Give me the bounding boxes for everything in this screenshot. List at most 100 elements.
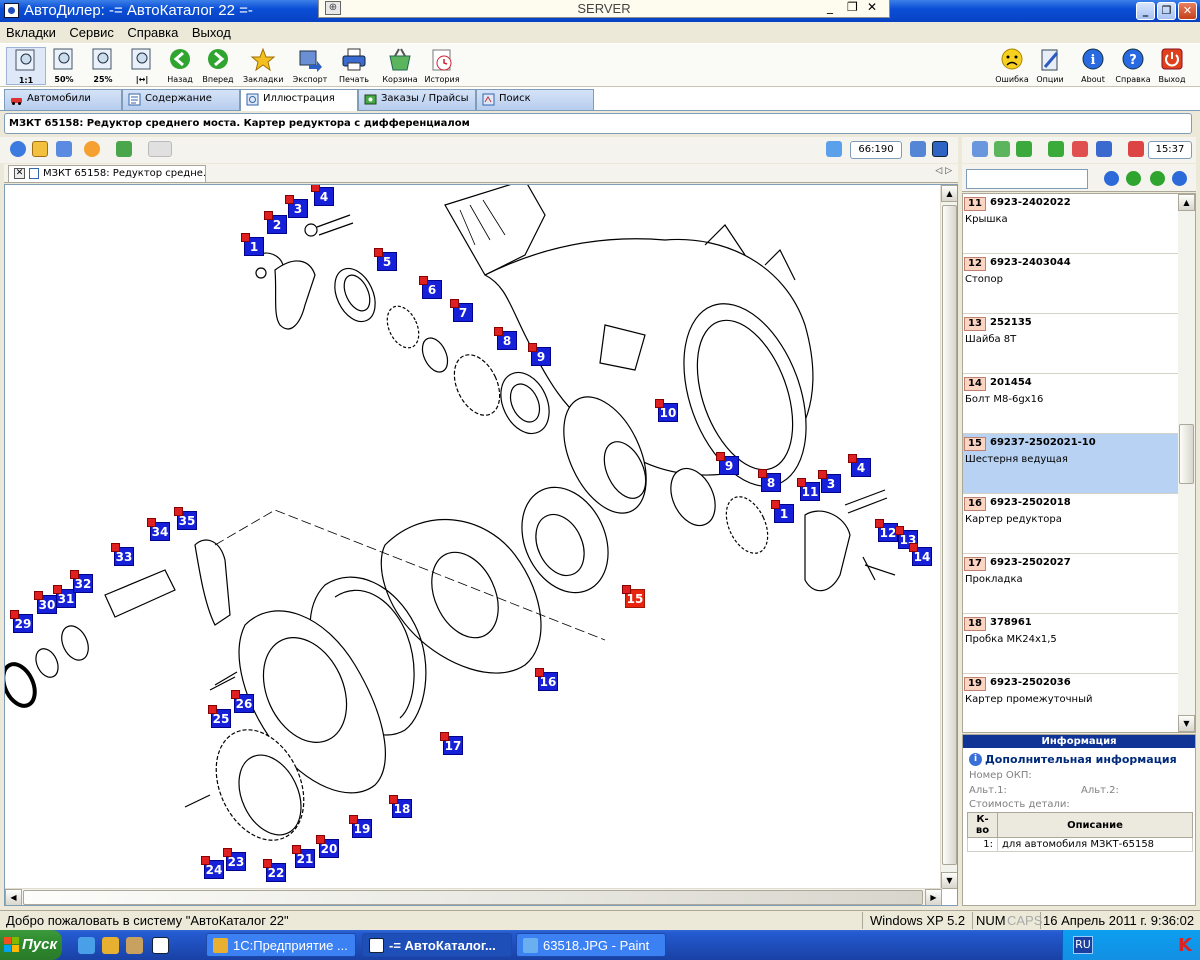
last-record-icon[interactable] — [1172, 171, 1187, 186]
task-paint[interactable]: 63518.JPG - Paint — [516, 933, 666, 957]
start-button[interactable]: Пуск — [0, 930, 62, 960]
copy-icon[interactable] — [972, 141, 988, 157]
list-item[interactable]: 19 6923-2502036 Картер промежуточный — [963, 674, 1179, 732]
quicklaunch-1c-icon[interactable] — [102, 937, 119, 954]
close-button[interactable]: ✕ — [1178, 2, 1197, 20]
zoom-1-1-button[interactable]: 1:1 — [6, 47, 46, 85]
part-callout[interactable]: 4 — [848, 454, 871, 477]
part-callout[interactable]: 21 — [292, 845, 315, 868]
quicklaunch-app-icon[interactable] — [126, 937, 143, 954]
part-callout[interactable]: 3 — [285, 195, 308, 218]
list-item[interactable]: 16 6923-2502018 Картер редуктора — [963, 494, 1179, 554]
part-callout[interactable]: 6 — [419, 276, 442, 299]
remote-minimize-button[interactable]: _ — [827, 0, 833, 14]
part-callout[interactable]: 4 — [311, 185, 334, 206]
edit-icon[interactable] — [1096, 141, 1112, 157]
scroll-thumb[interactable] — [1179, 424, 1194, 484]
task-autocatalog[interactable]: -= АвтоКаталог... — [362, 933, 512, 957]
back-button[interactable]: Назад — [160, 47, 200, 85]
part-callout[interactable]: 24 — [201, 856, 224, 879]
part-callout[interactable]: 8 — [494, 327, 517, 350]
language-indicator[interactable]: RU — [1073, 936, 1093, 954]
scroll-thumb-h[interactable] — [23, 890, 923, 905]
tab-contents[interactable]: Содержание — [122, 89, 240, 110]
parts-search-input[interactable] — [966, 169, 1088, 189]
vertical-scrollbar[interactable]: ▲ ▼ — [940, 185, 957, 889]
scroll-up-button[interactable]: ▲ — [1178, 194, 1195, 211]
export-button[interactable]: Экспорт — [290, 47, 330, 85]
table-row[interactable]: 1: для автомобиля МЗКТ-65158 — [967, 837, 1193, 852]
options-button[interactable]: Опции — [1030, 47, 1070, 85]
photo-icon[interactable] — [116, 141, 132, 157]
doc-tab-item[interactable]: ✕ МЗКТ 65158: Редуктор средне... — [8, 165, 206, 182]
error-report-button[interactable]: Ошибка — [992, 47, 1032, 85]
part-callout[interactable]: 7 — [450, 299, 473, 322]
part-callout[interactable]: 23 — [223, 848, 246, 871]
part-callout[interactable]: 18 — [389, 795, 412, 818]
quicklaunch-desktop-icon[interactable] — [78, 937, 95, 954]
exit-button[interactable]: Выход — [1152, 47, 1192, 85]
3d-view-icon[interactable] — [148, 141, 172, 157]
remote-close-button[interactable]: ✕ — [867, 0, 877, 14]
up-arrow-icon[interactable] — [1048, 141, 1064, 157]
list-view-icon[interactable] — [910, 141, 926, 157]
bookmarks-button[interactable]: Закладки — [243, 47, 283, 85]
scroll-thumb[interactable] — [942, 205, 957, 865]
minimize-button[interactable]: _ — [1136, 2, 1155, 20]
part-callout[interactable]: 15 — [622, 585, 645, 608]
scroll-right-button[interactable]: ▶ — [925, 889, 942, 905]
next-record-icon[interactable] — [1150, 171, 1165, 186]
part-callout[interactable]: 16 — [535, 668, 558, 691]
menu-service[interactable]: Сервис — [63, 22, 118, 40]
cart-button[interactable]: Корзина — [380, 47, 420, 85]
zoom-fit-width-button[interactable]: |↔| — [122, 47, 162, 85]
split-view-icon[interactable] — [932, 141, 948, 157]
part-callout[interactable]: 14 — [909, 543, 932, 566]
scroll-down-button[interactable]: ▼ — [941, 872, 957, 889]
part-callout[interactable]: 25 — [208, 705, 231, 728]
zoom-50-button[interactable]: 50% — [44, 47, 84, 85]
menu-exit[interactable]: Выход — [186, 22, 235, 40]
close-icon[interactable]: ✕ — [14, 168, 25, 179]
star-icon[interactable] — [84, 141, 100, 157]
part-callout[interactable]: 22 — [263, 859, 286, 882]
list-item[interactable]: 17 6923-2502027 Прокладка — [963, 554, 1179, 614]
menu-tabs[interactable]: Вкладки — [0, 22, 60, 40]
list-item[interactable]: 18 378961 Пробка МК24х1,5 — [963, 614, 1179, 674]
list-item[interactable]: 11 6923-2402022 Крышка — [963, 194, 1179, 254]
rotate-icon[interactable] — [56, 141, 72, 157]
forward-button[interactable]: Вперед — [198, 47, 238, 85]
part-callout[interactable]: 19 — [349, 815, 372, 838]
print-button[interactable]: Печать — [334, 47, 374, 85]
tray-app-icon[interactable]: K — [1175, 935, 1195, 956]
font-icon[interactable] — [1016, 141, 1032, 157]
scroll-left-button[interactable]: ◀ — [5, 889, 22, 905]
part-callout[interactable]: 3 — [818, 470, 841, 493]
part-callout[interactable]: 5 — [374, 248, 397, 271]
part-callout[interactable]: 1 — [771, 500, 794, 523]
part-callout[interactable]: 29 — [10, 610, 33, 633]
help-button[interactable]: ? Справка — [1113, 47, 1153, 85]
part-callout[interactable]: 17 — [440, 732, 463, 755]
part-callout[interactable]: 34 — [147, 518, 170, 541]
scroll-down-button[interactable]: ▼ — [1178, 715, 1195, 732]
delete-icon[interactable] — [1072, 141, 1088, 157]
list-item[interactable]: 13 252135 Шайба 8Т — [963, 314, 1179, 374]
parts-scrollbar[interactable]: ▲ ▼ — [1178, 194, 1195, 732]
quicklaunch-catalog-icon[interactable] — [152, 937, 169, 954]
part-callout[interactable]: 8 — [758, 469, 781, 492]
part-callout[interactable]: 30 — [34, 591, 57, 614]
list-item[interactable]: 15 69237-2502021-10 Шестерня ведущая — [963, 434, 1179, 494]
horizontal-scrollbar[interactable]: ◀ ▶ — [5, 888, 942, 905]
part-callout[interactable]: 20 — [316, 835, 339, 858]
prev-record-icon[interactable] — [1126, 171, 1141, 186]
grid-icon[interactable] — [32, 141, 48, 157]
history-button[interactable]: История — [422, 47, 462, 85]
tab-scroll-arrows[interactable]: ◁ ▷ — [935, 166, 952, 176]
illustration-canvas[interactable]: 1 2 3 4 5 6 7 8 9 10 9 8 1 11 3 4 12 13 14 15 16 17 18 19 20 21 22… — [4, 184, 958, 906]
part-callout[interactable]: 11 — [797, 478, 820, 501]
list-item[interactable]: 12 6923-2403044 Стопор — [963, 254, 1179, 314]
part-callout[interactable]: 10 — [655, 399, 678, 422]
scroll-up-button[interactable]: ▲ — [941, 185, 957, 202]
remote-restore-button[interactable]: ❐ — [847, 0, 858, 14]
